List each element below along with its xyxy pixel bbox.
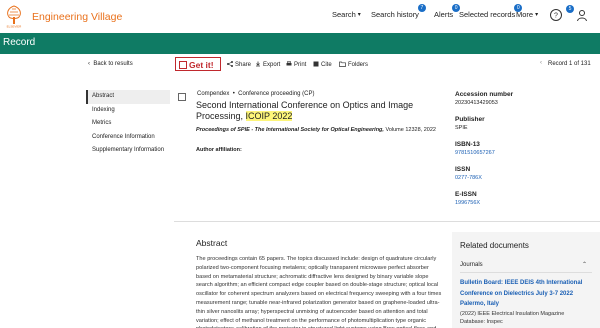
cite-icon bbox=[313, 61, 319, 67]
link-icon bbox=[179, 61, 187, 69]
previous-record-icon[interactable]: ‹ bbox=[540, 60, 542, 66]
svg-text:ELSEVIER: ELSEVIER bbox=[7, 25, 23, 29]
document-type-line: Compendex • Conference proceeding (CP) bbox=[197, 91, 315, 97]
page-title: Record bbox=[3, 37, 36, 48]
related-document-link[interactable]: Bulletin Board: IEEE DEIS 4th Internatio… bbox=[460, 278, 596, 310]
print-icon bbox=[286, 61, 292, 66]
top-header: ELSEVIER Engineering Village Search ▾ Sea… bbox=[0, 0, 600, 33]
journals-section-toggle[interactable]: Journals bbox=[460, 262, 483, 268]
eissn-block: E-ISSN 1996756X bbox=[455, 191, 595, 206]
source-line: Proceedings of SPIE - The International … bbox=[196, 127, 436, 133]
svg-text:?: ? bbox=[554, 13, 558, 20]
share-button[interactable]: Share bbox=[227, 61, 251, 68]
chevron-left-icon: ‹ bbox=[88, 61, 90, 67]
sidebar-item-supplementary-information[interactable]: Supplementary Information bbox=[86, 144, 170, 158]
publisher-value: SPIE bbox=[455, 125, 468, 131]
chevron-down-icon: ▾ bbox=[357, 12, 361, 18]
isbn-link[interactable]: 9781510657267 bbox=[455, 150, 595, 156]
nav-alerts[interactable]: Alerts 0 bbox=[434, 4, 461, 19]
print-button[interactable]: Print bbox=[286, 61, 306, 68]
chevron-up-icon[interactable]: ⌃ bbox=[582, 261, 587, 268]
nav-search-history[interactable]: Search history 7 bbox=[371, 4, 426, 19]
sidebar-item-abstract[interactable]: Abstract bbox=[86, 90, 170, 104]
record-sidebar: Abstract Indexing Metrics Conference Inf… bbox=[86, 90, 170, 158]
issn-block: ISSN 0277-786X bbox=[455, 166, 595, 181]
sidebar-item-metrics[interactable]: Metrics bbox=[86, 117, 170, 131]
count-badge: 5 bbox=[566, 5, 574, 13]
related-document-source: (2022) IEEE Electrical Insulation Magazi… bbox=[460, 311, 565, 317]
back-to-results-link[interactable]: ‹ Back to results bbox=[88, 61, 133, 67]
brand-title[interactable]: Engineering Village bbox=[32, 11, 122, 23]
cite-button[interactable]: Cite bbox=[313, 61, 332, 68]
sidebar-item-indexing[interactable]: Indexing bbox=[86, 104, 170, 118]
isbn-block: ISBN-13 9781510657267 bbox=[455, 141, 595, 156]
share-icon bbox=[227, 61, 233, 67]
get-it-button[interactable]: Get it! bbox=[175, 57, 221, 71]
nav-selected-records[interactable]: Selected records 0 bbox=[459, 4, 523, 19]
record-pager: Record 1 of 131 bbox=[548, 61, 591, 67]
select-record-checkbox[interactable] bbox=[178, 93, 186, 101]
eissn-link[interactable]: 1996756X bbox=[455, 200, 595, 206]
sidebar-item-conference-information[interactable]: Conference Information bbox=[86, 131, 170, 145]
nav-search[interactable]: Search ▾ bbox=[332, 10, 361, 19]
title-highlight: ICOIP 2022 bbox=[245, 111, 293, 121]
abstract-text: The proceedings contain 65 papers. The t… bbox=[196, 256, 442, 328]
publisher-block: Publisher SPIE bbox=[455, 116, 595, 131]
record-bar: Record bbox=[0, 33, 600, 54]
section-divider bbox=[174, 221, 600, 222]
nav-more[interactable]: More ▾ bbox=[516, 10, 538, 19]
issn-link[interactable]: 0277-786X bbox=[455, 175, 595, 181]
related-documents-panel: Related documents Journals ⌃ Bulletin Bo… bbox=[452, 232, 600, 328]
elsevier-tree-icon[interactable]: ELSEVIER bbox=[4, 4, 24, 28]
export-icon bbox=[256, 61, 260, 67]
export-button[interactable]: Export bbox=[255, 61, 280, 68]
help-icon[interactable]: ? bbox=[549, 8, 563, 22]
chevron-down-icon: ▾ bbox=[535, 12, 539, 18]
abstract-heading: Abstract bbox=[196, 238, 228, 248]
related-document-database: Database: Inspec bbox=[460, 319, 503, 325]
folder-icon bbox=[339, 61, 346, 67]
author-affiliation-label: Author affiliation: bbox=[196, 147, 242, 153]
user-icon[interactable] bbox=[575, 8, 589, 22]
accession-block: Accession number 20230413429053 bbox=[455, 91, 595, 106]
record-title: Second International Conference on Optic… bbox=[196, 100, 414, 121]
count-badge: 7 bbox=[417, 4, 426, 12]
folders-button[interactable]: Folders bbox=[339, 61, 368, 68]
accession-number: 20230413429053 bbox=[455, 100, 498, 106]
divider bbox=[460, 272, 592, 273]
related-documents-heading: Related documents bbox=[460, 241, 529, 250]
